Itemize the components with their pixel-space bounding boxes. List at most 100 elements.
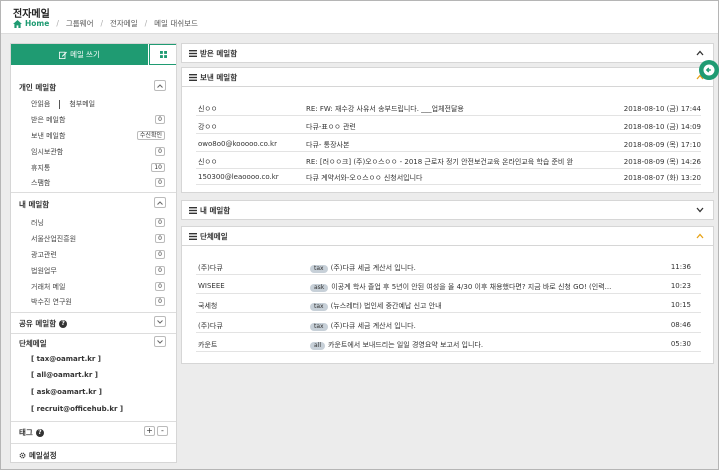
received-time: 08:46 (670, 321, 691, 329)
table-row[interactable]: (주)다큐 tax (주)다큐 세금 계산서 입니다. 11:36 (196, 259, 701, 275)
subject: (뉴스레터) 법인세 중간예납 신고 안내 (330, 302, 442, 310)
sender: 국세청 (198, 302, 218, 310)
sidebar-item-folder[interactable]: 박수진 연구원 (31, 297, 72, 307)
tag-badge: ask (310, 284, 329, 292)
chevron-up-icon[interactable] (696, 50, 704, 56)
inbox-panel-title: 받은 메일함 (200, 48, 238, 58)
mail-settings-link[interactable]: 메일설정 (19, 450, 57, 461)
group-mail-title: 단체메일 (19, 339, 47, 348)
table-row[interactable]: owo8o0@kooooo.co.kr 다큐- 통장사본 2018-08-09 … (196, 136, 701, 152)
subject: (주)다큐 세금 계산서 입니다. (330, 322, 416, 330)
group-mail-address[interactable]: [ recruit@officehub.kr ] (31, 405, 123, 413)
breadcrumb-home[interactable]: Home (13, 19, 49, 28)
sent-date: 2018-08-10 (금) 17:44 (623, 105, 701, 113)
tag-title: 태그 ? (19, 427, 44, 438)
subject-cell[interactable]: all 카운트에서 보내드리는 일일 경영요약 보고서 입니다. (310, 340, 483, 350)
subject[interactable]: 다큐-표ㅇㅇ 관련 (306, 122, 356, 132)
breadcrumb-separator: / (56, 19, 59, 28)
sidebar-divider (11, 443, 176, 444)
sidebar-item-inbox[interactable]: 받은 메일함 (31, 115, 65, 125)
gear-icon (19, 452, 26, 459)
compose-mail-label: 메일 쓰기 (70, 50, 100, 59)
breadcrumb-groupware[interactable]: 그룹웨어 (66, 18, 94, 29)
chevron-up-icon[interactable] (696, 233, 704, 239)
grid-icon (159, 51, 167, 58)
table-row[interactable]: 150300@leaoooo.co.kr 다큐 계약서와-오ㅇ스ㅇㅇ 신청서입니… (196, 169, 701, 185)
subject[interactable]: 다큐- 통장사본 (306, 140, 349, 150)
received-time: 10:23 (670, 282, 691, 290)
add-tag-button[interactable]: + (144, 426, 155, 436)
table-row[interactable]: 신ㅇㅇ RE: [러ㅇㅇ크] (주)오ㅇ스ㅇㅇ - 2018 근로자 정기 안전… (196, 153, 701, 169)
subject-cell[interactable]: tax (주)다큐 세금 계산서 입니다. (310, 263, 416, 273)
compose-row: 메일 쓰기 (11, 44, 176, 66)
sent-panel-header[interactable]: 보낸 메일함 (181, 67, 714, 87)
sidebar-item-folder[interactable]: 서울산업진흥원 (31, 234, 76, 244)
help-icon[interactable]: ? (35, 428, 44, 437)
sidebar-divider (11, 333, 176, 334)
tag-badge: tax (310, 303, 328, 311)
remove-tag-button[interactable]: - (157, 426, 168, 436)
sidebar-item-folder[interactable]: 광고관련 (31, 250, 57, 260)
mail-sidebar: 메일 쓰기 개인 메일함 안읽음 첨부메일 받은 메일함 0 보낸 메일함 수신… (10, 43, 177, 463)
group-mail-address[interactable]: [ ask@oamart.kr ] (31, 388, 102, 396)
folder-count: 0 (155, 282, 165, 291)
inbox-panel-header[interactable]: 받은 메일함 (181, 43, 714, 63)
table-row[interactable]: 국세청 tax (뉴스레터) 법인세 중간예납 신고 안내 10:15 (196, 297, 701, 313)
my-mailbox-panel-header[interactable]: 내 메일함 (181, 200, 714, 220)
subject[interactable]: RE: [러ㅇㅇ크] (주)오ㅇ스ㅇㅇ - 2018 근로자 정기 안전보건교육… (306, 157, 588, 167)
table-row[interactable]: 카운트 all 카운트에서 보내드리는 일일 경영요약 보고서 입니다. 05:3… (196, 336, 701, 352)
tab-attachment[interactable]: 첨부메일 (69, 99, 95, 109)
sidebar-item-folder[interactable]: 거래처 메일 (31, 282, 65, 292)
sidebar-item-trash[interactable]: 휴지통 (31, 163, 50, 173)
table-row[interactable]: (주)다큐 tax (주)다큐 세금 계산서 입니다. 08:46 (196, 317, 701, 333)
shared-mailbox-expand-button[interactable] (154, 316, 166, 327)
group-mail-address[interactable]: [ tax@oamart.kr ] (31, 355, 101, 363)
received-time: 11:36 (670, 263, 691, 271)
quick-menu-button[interactable] (699, 60, 719, 80)
received-time: 10:15 (670, 301, 691, 309)
drafts-count: 0 (155, 147, 165, 156)
group-mail-panel-body: (주)다큐 tax (주)다큐 세금 계산서 입니다. 11:36 WISEEE … (181, 246, 714, 364)
recipient: owo8o0@kooooo.co.kr (198, 140, 277, 148)
page-header: 전자메일 Home / 그룹웨어 / 전자메일 / 메일 대쉬보드 (1, 1, 718, 34)
sidebar-item-folder[interactable]: 러닝 (31, 218, 44, 228)
my-mailbox-collapse-button[interactable] (154, 197, 166, 208)
subject: 이공계 학사 졸업 후 5년이 안된 여성을 올 4/30 이후 채용했다면? … (331, 283, 612, 291)
subject[interactable]: RE: FW: 재수강 사유서 송부드립니다. ___업체전달용 (306, 104, 464, 114)
recipient: 신ㅇㅇ (198, 105, 218, 113)
arrow-left-circle-icon (703, 64, 715, 76)
breadcrumb-separator: / (144, 19, 148, 28)
sidebar-item-folder[interactable]: 법원업무 (31, 266, 57, 276)
tab-divider (59, 99, 61, 109)
edit-icon (59, 51, 67, 59)
list-icon (189, 73, 197, 81)
breadcrumb-home-label: Home (25, 19, 50, 28)
subject-cell[interactable]: tax (주)다큐 세금 계산서 입니다. (310, 321, 416, 331)
subject-cell[interactable]: ask 이공계 학사 졸업 후 5년이 안된 여성을 올 4/30 이후 채용했다… (310, 282, 622, 292)
dashboard-grid-button[interactable] (149, 44, 176, 65)
shared-mailbox-title: 공유 메일함 ? (19, 318, 68, 329)
personal-mailbox-collapse-button[interactable] (154, 80, 166, 91)
sidebar-item-drafts[interactable]: 임시보관함 (31, 147, 63, 157)
chevron-down-icon[interactable] (696, 207, 704, 213)
sent-date: 2018-08-09 (목) 17:10 (623, 141, 701, 149)
table-row[interactable]: WISEEE ask 이공계 학사 졸업 후 5년이 안된 여성을 올 4/30 … (196, 278, 701, 294)
sidebar-item-spam[interactable]: 스팸함 (31, 178, 50, 188)
sender: 카운트 (198, 341, 218, 349)
table-row[interactable]: 신ㅇㅇ RE: FW: 재수강 사유서 송부드립니다. ___업체전달용 201… (196, 100, 701, 116)
received-time: 05:30 (670, 340, 691, 348)
group-mail-panel-header[interactable]: 단체메일 (181, 226, 714, 246)
help-icon[interactable]: ? (59, 319, 68, 328)
sent-panel-title: 보낸 메일함 (200, 72, 238, 82)
group-mail-collapse-button[interactable] (154, 336, 166, 347)
compose-mail-button[interactable]: 메일 쓰기 (11, 44, 148, 65)
table-row[interactable]: 강ㅇㅇ 다큐-표ㅇㅇ 관련 2018-08-10 (금) 14:09 (196, 118, 701, 134)
subject[interactable]: 다큐 계약서와-오ㅇ스ㅇㅇ 신청서입니다 (306, 173, 422, 183)
tab-unread[interactable]: 안읽음 (31, 99, 50, 109)
trash-count: 10 (151, 163, 165, 172)
subject-cell[interactable]: tax (뉴스레터) 법인세 중간예납 신고 안내 (310, 301, 442, 311)
group-mail-address[interactable]: [ all@oamart.kr ] (31, 371, 98, 379)
breadcrumb-email[interactable]: 전자메일 (110, 18, 138, 29)
read-receipt-badge[interactable]: 수신확인 (136, 131, 165, 140)
sidebar-item-sent[interactable]: 보낸 메일함 (31, 131, 65, 141)
